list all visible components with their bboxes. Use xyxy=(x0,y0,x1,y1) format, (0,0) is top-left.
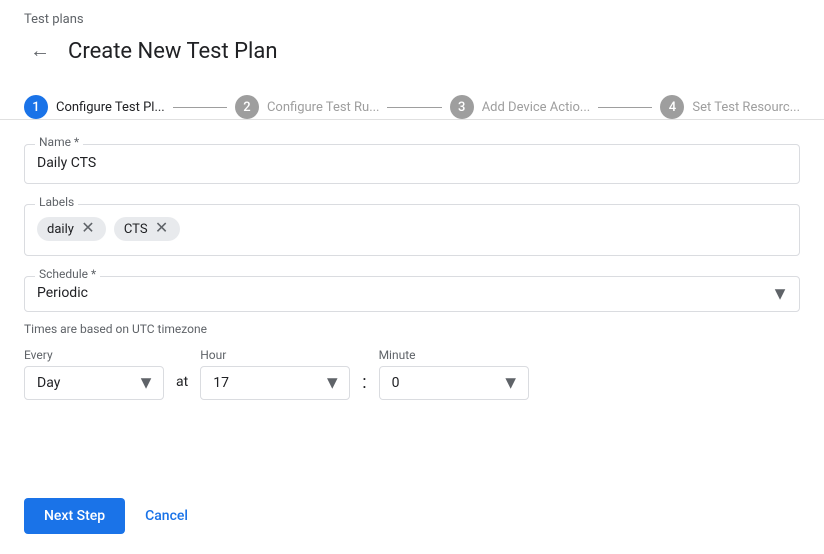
step-1[interactable]: 1 Configure Test Pl... xyxy=(24,95,165,119)
step-3-circle: 3 xyxy=(450,95,474,119)
step-2-circle: 2 xyxy=(235,95,259,119)
minute-group: Minute 0 51015 202530 354045 5055 ▼ xyxy=(379,348,529,400)
top-bar: Test plans ← Create New Test Plan 1 Conf… xyxy=(0,0,824,120)
connector-3-4 xyxy=(598,107,652,108)
breadcrumb: Test plans xyxy=(24,12,84,27)
next-step-button[interactable]: Next Step xyxy=(24,498,125,534)
hour-select[interactable]: 0123 4567 891011 12131415 161718 1920212… xyxy=(213,375,317,391)
stepper: 1 Configure Test Pl... 2 Configure Test … xyxy=(24,81,800,119)
timezone-note: Times are based on UTC timezone xyxy=(24,322,800,336)
form-content: Name * Labels daily ✕ CTS ✕ Schedule * xyxy=(0,120,824,490)
time-colon: : xyxy=(362,372,366,393)
hour-group: Hour 0123 4567 891011 12131415 161718 19… xyxy=(200,348,350,400)
every-select[interactable]: Day Hour Week xyxy=(37,375,131,391)
step-1-label: Configure Test Pl... xyxy=(56,100,165,115)
chip-daily-remove[interactable]: ✕ xyxy=(80,221,96,237)
step-4-circle: 4 xyxy=(660,95,684,119)
breadcrumb-row: Test plans xyxy=(24,12,800,27)
hour-arrow-icon: ▼ xyxy=(323,373,341,394)
hour-dropdown-wrapper: 0123 4567 891011 12131415 161718 1920212… xyxy=(200,366,350,400)
step-4-label: Set Test Resourc... xyxy=(692,100,800,115)
schedule-section: Schedule * Periodic One-time ▼ Times are… xyxy=(24,276,800,400)
connector-2-3 xyxy=(387,107,441,108)
minute-dropdown-wrapper: 0 51015 202530 354045 5055 ▼ xyxy=(379,366,529,400)
footer: Next Step Cancel xyxy=(0,490,824,554)
schedule-wrapper: Schedule * Periodic One-time ▼ xyxy=(24,276,800,312)
step-2[interactable]: 2 Configure Test Ru... xyxy=(235,95,380,119)
back-button[interactable]: ← xyxy=(24,35,56,67)
step-4[interactable]: 4 Set Test Resourc... xyxy=(660,95,800,119)
every-dropdown-wrapper: Day Hour Week ▼ xyxy=(24,366,164,400)
minute-arrow-icon: ▼ xyxy=(502,373,520,394)
labels-label: Labels xyxy=(35,195,78,209)
chip-cts: CTS ✕ xyxy=(114,217,180,241)
every-label: Every xyxy=(24,348,164,362)
step-3-label: Add Device Actio... xyxy=(482,100,591,115)
labels-container: daily ✕ CTS ✕ xyxy=(37,213,787,245)
schedule-select[interactable]: Periodic One-time xyxy=(37,285,787,301)
at-label: at xyxy=(176,374,188,390)
connector-1-2 xyxy=(173,107,227,108)
minute-select[interactable]: 0 51015 202530 354045 5055 xyxy=(392,375,496,391)
every-group: Every Day Hour Week ▼ xyxy=(24,348,164,400)
hour-label: Hour xyxy=(200,348,350,362)
step-3[interactable]: 3 Add Device Actio... xyxy=(450,95,591,119)
name-input[interactable] xyxy=(37,153,787,173)
chip-daily: daily ✕ xyxy=(37,217,106,241)
cancel-button[interactable]: Cancel xyxy=(137,498,196,534)
schedule-label: Schedule * xyxy=(35,267,100,281)
name-field-group: Name * xyxy=(24,144,800,184)
chip-cts-remove[interactable]: ✕ xyxy=(154,221,170,237)
every-arrow-icon: ▼ xyxy=(137,373,155,394)
page-title-row: ← Create New Test Plan xyxy=(24,35,800,67)
labels-field-group: Labels daily ✕ CTS ✕ xyxy=(24,204,800,256)
name-label: Name * xyxy=(35,135,83,149)
step-1-circle: 1 xyxy=(24,95,48,119)
page-container: Test plans ← Create New Test Plan 1 Conf… xyxy=(0,0,824,554)
page-title: Create New Test Plan xyxy=(68,39,278,64)
step-2-label: Configure Test Ru... xyxy=(267,100,380,115)
minute-label: Minute xyxy=(379,348,529,362)
chip-cts-text: CTS xyxy=(124,222,148,237)
periodic-row: Every Day Hour Week ▼ at Hour xyxy=(24,348,800,400)
chip-daily-text: daily xyxy=(47,222,74,237)
